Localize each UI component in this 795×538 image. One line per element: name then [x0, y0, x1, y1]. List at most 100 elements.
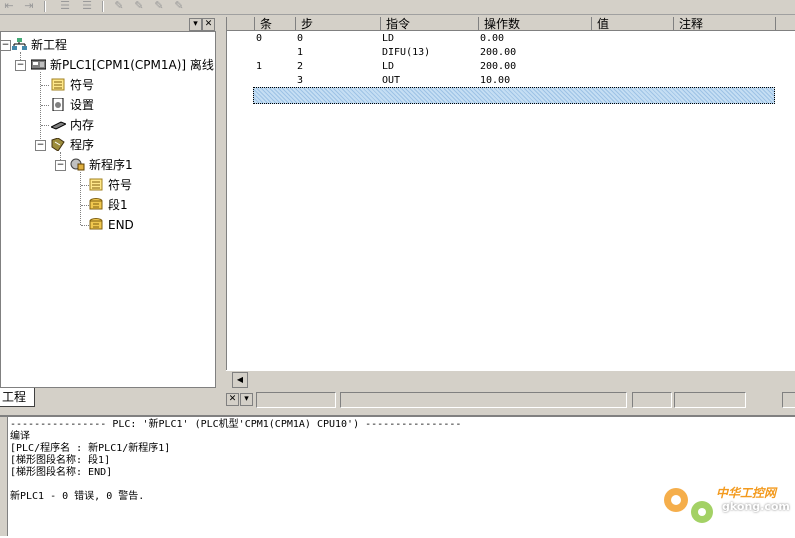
tree-item-label: 程序 — [70, 138, 95, 152]
tree-item-program-symbols[interactable]: 符号 — [89, 177, 132, 193]
indent-icon[interactable]: ⇤ — [2, 0, 16, 12]
tree-item-symbols[interactable]: 符号 — [51, 77, 94, 93]
memory-chip-icon — [51, 121, 66, 130]
cell-rung[interactable]: 0 — [256, 32, 262, 46]
tree-item-label: 段1 — [108, 198, 128, 212]
output-line: ---------------- PLC: '新PLC1' (PLC机型'CPM… — [10, 419, 462, 430]
tree-item-end[interactable]: END — [89, 217, 134, 233]
tree-item-label: 新工程 — [31, 38, 68, 52]
column-header-step[interactable]: 步 — [296, 17, 381, 31]
plc-icon — [31, 59, 46, 70]
cell-instruction[interactable]: DIFU(13) — [382, 46, 430, 60]
tree-line — [41, 85, 49, 86]
status-field — [340, 392, 627, 408]
column-header-rung[interactable]: 条 — [255, 17, 296, 31]
toolbar-separator — [44, 1, 46, 12]
align-icon[interactable]: ☰ — [58, 0, 72, 12]
cell-step[interactable]: 3 — [297, 74, 303, 88]
column-header-comment[interactable]: 注释 — [674, 17, 776, 31]
section-icon — [89, 218, 103, 230]
column-header-instruction[interactable]: 指令 — [381, 17, 479, 31]
cell-instruction[interactable]: LD — [382, 60, 394, 74]
mnemonic-pane: 条 步 指令 操作数 值 注释 0 0 LD 0.00 1 DIFU(13) 2… — [226, 17, 795, 388]
cell-operand[interactable]: 200.00 — [480, 60, 516, 74]
program-icon — [70, 158, 85, 171]
column-header-value[interactable]: 值 — [592, 17, 674, 31]
cell-rung[interactable]: 1 — [256, 60, 262, 74]
section-icon — [89, 198, 103, 210]
tree-item-label: END — [108, 218, 134, 232]
tool-icon[interactable]: ✎ — [112, 0, 126, 12]
output-line: [PLC/程序名 : 新PLC1/新程序1] — [10, 443, 171, 454]
tree-item-label: 内存 — [70, 118, 95, 132]
cell-step[interactable]: 1 — [297, 46, 303, 60]
output-line: 编译 — [10, 431, 30, 442]
tree-item-section1[interactable]: 段1 — [89, 197, 128, 213]
cell-instruction[interactable]: LD — [382, 32, 394, 46]
tree-item-settings[interactable]: 设置 — [51, 97, 94, 113]
tree-pane-header: ▾ ✕ — [0, 17, 216, 32]
toolbar: ⇤ ⇥ ☰ ☰ ✎ ✎ ✎ ✎ — [0, 0, 795, 15]
output-line: [梯形图段名称: END] — [10, 467, 113, 478]
watermark-url: gkong.com — [722, 500, 790, 513]
watermark-title: 中华工控网 — [716, 486, 777, 500]
pane-menu-button[interactable]: ▾ — [189, 18, 202, 31]
cell-operand[interactable]: 10.00 — [480, 74, 510, 88]
selected-empty-row[interactable] — [253, 87, 775, 104]
collapse-toggle[interactable]: − — [0, 40, 11, 51]
tab-project[interactable]: 工程 — [0, 388, 36, 407]
scroll-left-button[interactable]: ◀ — [232, 372, 248, 388]
cell-operand[interactable]: 200.00 — [480, 46, 516, 60]
tree-item-memory[interactable]: 内存 — [51, 117, 94, 133]
toolbar-separator — [102, 1, 104, 12]
tree-line — [40, 72, 41, 145]
tree-item-label: 符号 — [108, 178, 133, 192]
status-field — [674, 392, 746, 408]
output-menu-button[interactable]: ▾ — [240, 393, 253, 406]
cell-operand[interactable]: 0.00 — [480, 32, 504, 46]
tree-item-programs[interactable]: 程序 — [51, 137, 94, 153]
outdent-icon[interactable]: ⇥ — [22, 0, 36, 12]
pane-close-button[interactable]: ✕ — [202, 18, 215, 31]
column-header-operand[interactable]: 操作数 — [479, 17, 592, 31]
tree-item-label: 设置 — [70, 98, 95, 112]
tool-icon[interactable]: ✎ — [132, 0, 146, 12]
tree-item-label: 新程序1 — [89, 158, 133, 172]
cell-step[interactable]: 2 — [297, 60, 303, 74]
tree-line — [41, 125, 49, 126]
close-output-button[interactable]: ✕ — [226, 393, 239, 406]
horizontal-scrollbar[interactable]: ◀ — [226, 370, 795, 388]
column-header-blank — [227, 17, 255, 31]
tool-icon[interactable]: ✎ — [152, 0, 166, 12]
tree-item-plc[interactable]: 新PLC1[CPM1(CPM1A)] 离线 — [31, 57, 214, 73]
output-gutter — [0, 417, 8, 536]
tree-line — [41, 105, 49, 106]
network-icon — [12, 38, 27, 50]
symbol-table-icon — [89, 178, 103, 191]
symbol-table-icon — [51, 78, 65, 91]
tree-line — [80, 172, 81, 225]
tree-item-new-program[interactable]: 新程序1 — [70, 157, 133, 173]
status-field — [256, 392, 336, 408]
cell-instruction[interactable]: OUT — [382, 74, 400, 88]
cell-step[interactable]: 0 — [297, 32, 303, 46]
output-line: [梯形图段名称: 段1] — [10, 455, 111, 466]
tree-item-project[interactable]: 新工程 — [12, 37, 67, 53]
list-icon[interactable]: ☰ — [80, 0, 94, 12]
status-row: ✕ ▾ — [222, 390, 795, 408]
output-line: 新PLC1 - 0 错误, 0 警告. — [10, 491, 145, 502]
tree-item-label: 新PLC1[CPM1(CPM1A)] 离线 — [50, 58, 214, 72]
programs-icon — [51, 138, 65, 151]
settings-icon — [52, 98, 64, 111]
collapse-toggle[interactable]: − — [35, 140, 46, 151]
status-field — [782, 392, 795, 408]
gkong-watermark: 中华工控网 gkong.com — [658, 480, 790, 530]
tool-icon[interactable]: ✎ — [172, 0, 186, 12]
collapse-toggle[interactable]: − — [15, 60, 26, 71]
tree-item-label: 符号 — [70, 78, 95, 92]
tree-line — [81, 185, 89, 186]
collapse-toggle[interactable]: − — [55, 160, 66, 171]
column-header-filler — [776, 17, 795, 31]
status-field — [632, 392, 672, 408]
tree-line — [81, 205, 89, 206]
